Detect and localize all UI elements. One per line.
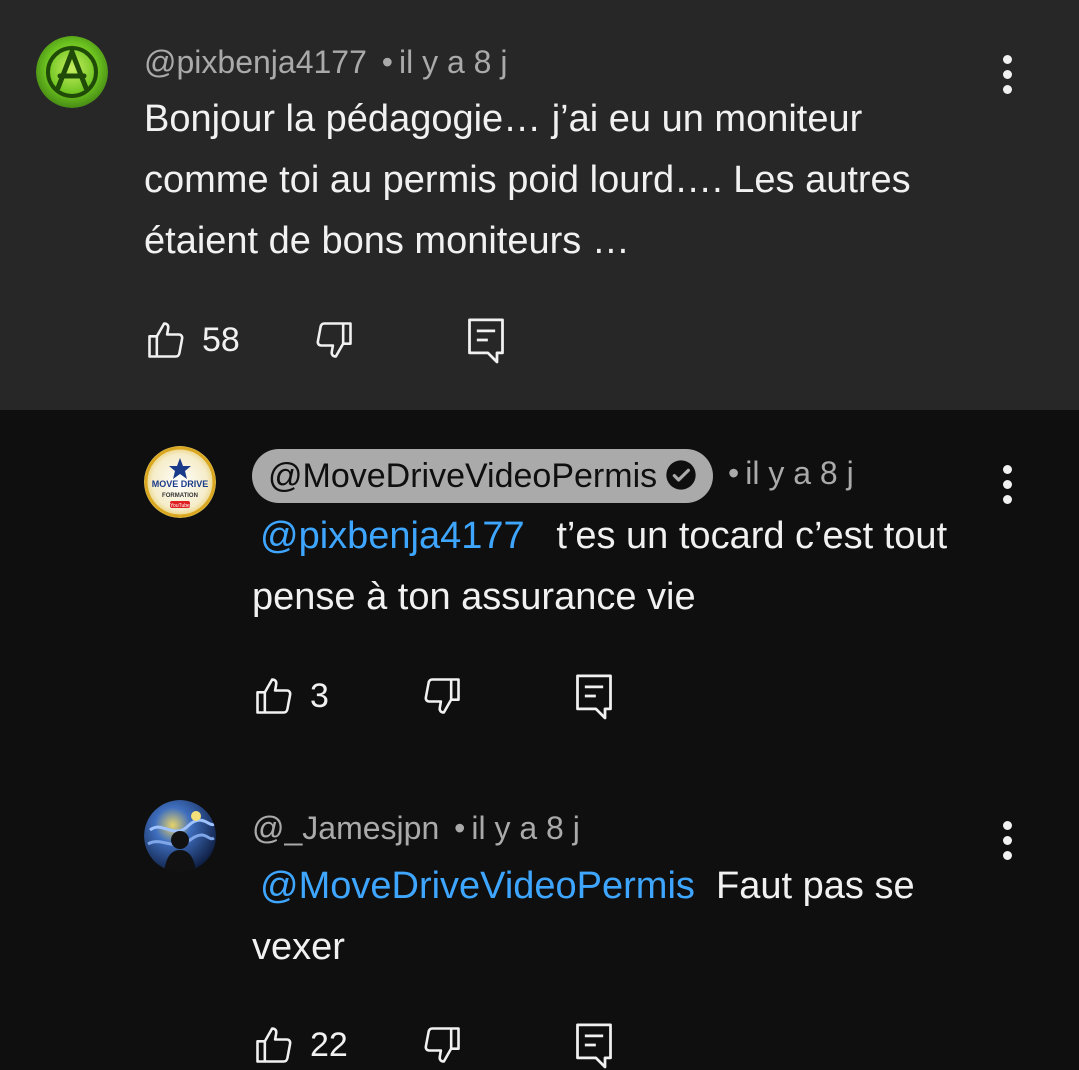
avatar[interactable] <box>36 36 108 108</box>
comment-actions: 22 <box>252 1020 652 1070</box>
comment-header: @MoveDriveVideoPermis • il y a 8 j <box>252 446 854 503</box>
separator: • <box>728 455 740 491</box>
comment-item: @pixbenja4177 • il y a 8 j Bonjour la péd… <box>0 0 1079 410</box>
check-circle-icon <box>666 459 696 490</box>
avatar-youtube-text: YouTube <box>170 503 190 509</box>
like-button[interactable]: 58 <box>144 315 240 365</box>
thumbs-down-icon <box>424 1027 460 1063</box>
comment-text: Bonjour la pédagogie… j’ai eu un moniteu… <box>144 98 911 262</box>
thumbs-down-icon <box>424 678 460 714</box>
timestamp: il y a 8 j <box>745 455 854 491</box>
like-count: 3 <box>310 676 329 715</box>
thumbs-up-icon <box>256 1027 292 1063</box>
dislike-button[interactable] <box>420 1020 464 1070</box>
timestamp: il y a 8 j <box>398 44 508 80</box>
comment-thread: @pixbenja4177 • il y a 8 j Bonjour la péd… <box>0 0 1079 1069</box>
comment-actions: 58 <box>144 315 544 365</box>
comment-header: @_Jamesjpn • il y a 8 j <box>252 808 580 848</box>
reply-item: @_Jamesjpn • il y a 8 j @MoveDriveVideoPe… <box>0 790 1079 1069</box>
avatar[interactable] <box>144 800 216 872</box>
like-button[interactable]: 3 <box>252 671 329 721</box>
reply-icon <box>576 674 612 720</box>
reply-item: MOVE DRIVE FORMATION YouTube @MoveDriveV… <box>0 410 1079 790</box>
dislike-button[interactable] <box>312 315 356 365</box>
author-badge[interactable]: @MoveDriveVideoPermis <box>252 448 714 503</box>
reply-icon <box>468 318 504 364</box>
timestamp: il y a 8 j <box>471 810 580 846</box>
separator: • <box>454 810 466 846</box>
avatar-brand-text: MOVE DRIVE <box>152 479 209 489</box>
reply-button[interactable] <box>464 315 508 365</box>
avatar[interactable]: MOVE DRIVE FORMATION YouTube <box>144 446 216 518</box>
author-name[interactable]: @pixbenja4177 <box>144 44 367 80</box>
reply-icon <box>576 1023 612 1069</box>
comment-text: @pixbenja4177 t’es un tocard c’est tout … <box>252 515 948 618</box>
comment-actions: 3 <box>252 671 652 721</box>
like-button[interactable]: 22 <box>252 1020 348 1070</box>
author-name[interactable]: @_Jamesjpn <box>252 810 439 846</box>
reply-button[interactable] <box>572 1020 616 1070</box>
author-name: @MoveDriveVideoPermis <box>268 456 658 495</box>
like-count: 58 <box>202 320 240 359</box>
comment-text: @MoveDriveVideoPermis Faut pas se vexer <box>252 865 915 968</box>
comment-header: @pixbenja4177 • il y a 8 j <box>144 42 507 82</box>
separator: • <box>381 44 393 80</box>
avatar-brand-subtext: FORMATION <box>162 493 198 499</box>
thumbs-up-icon <box>256 678 292 714</box>
mention-link[interactable]: @MoveDriveVideoPermis <box>260 865 695 907</box>
more-vert-icon[interactable] <box>997 55 1017 105</box>
thumbs-down-icon <box>316 322 352 358</box>
reply-button[interactable] <box>572 671 616 721</box>
dislike-button[interactable] <box>420 671 464 721</box>
mention-link[interactable]: @pixbenja4177 <box>260 515 525 557</box>
thumbs-up-icon <box>148 322 184 358</box>
